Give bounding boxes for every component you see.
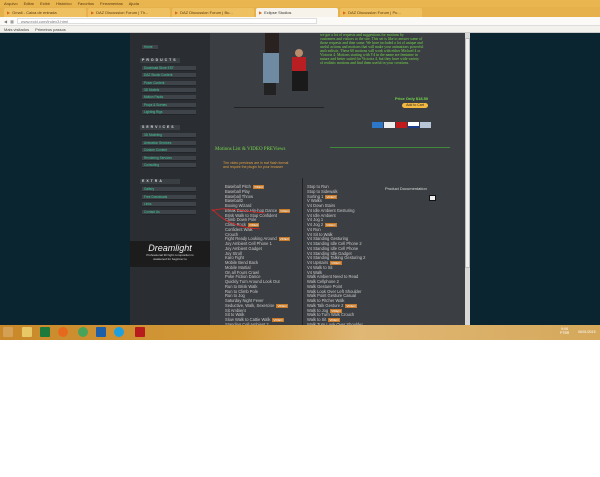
- sidebar-service-link[interactable]: 3D Modeling: [142, 133, 196, 138]
- back-icon[interactable]: ◀: [4, 19, 7, 24]
- products-heading: PRODUCTS: [140, 58, 180, 63]
- tab-label: DAZ Discussion Forum | Th...: [96, 10, 149, 15]
- tab-favicon-icon: ▶: [175, 10, 179, 15]
- dreamlight-ad[interactable]: Dreamlight Professional 3D light composi…: [130, 241, 210, 267]
- locale[interactable]: PTBR: [560, 331, 569, 335]
- chrome-icon[interactable]: [78, 327, 88, 337]
- video-preview-link[interactable]: VIDEO: [278, 237, 291, 242]
- sidebar-product-link[interactable]: Props & Scenes: [142, 102, 196, 108]
- browser-tab[interactable]: ▶ DAZ Discussion Forum | Pu...: [340, 8, 422, 17]
- browser-tab[interactable]: ▶ DAZ Discussion Forum | Th...: [88, 8, 170, 17]
- menu-item[interactable]: Histórico: [56, 1, 72, 6]
- sidebar-product-link[interactable]: 3D Models: [142, 87, 196, 93]
- sidebar-product-link[interactable]: Download Store EST: [142, 66, 196, 71]
- menu-item[interactable]: Arquivo: [4, 1, 18, 6]
- tab-label: Eclipse Studios: [264, 10, 292, 15]
- browser-tab[interactable]: ▶ Gmail - Caixa de entrada: [4, 8, 86, 17]
- excel-icon[interactable]: [40, 327, 50, 337]
- video-preview-link[interactable]: VIDEO: [325, 194, 337, 199]
- menu-bar: Arquivo Editar Exibir Histórico Favoritos Fer…: [0, 0, 600, 7]
- menu-item[interactable]: Editar: [24, 1, 34, 6]
- bookmark-item[interactable]: Mais visitados: [4, 27, 29, 32]
- sidebar-service-link[interactable]: Consulting: [142, 163, 196, 168]
- acrobat-icon[interactable]: [135, 327, 145, 337]
- video-preview-link[interactable]: VIDEO: [325, 223, 337, 227]
- extra-heading: EXTRA: [140, 179, 180, 184]
- windows-start-icon[interactable]: [3, 327, 13, 337]
- sidebar: Home PRODUCTS SERVICES EXTRA Dreamlight …: [130, 33, 210, 325]
- column-divider: [302, 178, 303, 325]
- sidebar-product-link[interactable]: Poser Content: [142, 80, 196, 86]
- red-annotation: [211, 208, 266, 230]
- sidebar-product-link[interactable]: DAZ Studio Content: [142, 73, 196, 79]
- page-icon: ▦: [10, 18, 14, 24]
- address-bar: ◀ ▦ www.ecld.com/index3.html: [0, 17, 600, 26]
- main-content: we got a lot of requests and suggestions…: [210, 33, 465, 327]
- echeck-icon: [420, 122, 431, 128]
- url-input[interactable]: www.ecld.com/index3.html: [16, 18, 317, 24]
- tab-favicon-icon: ▶: [91, 10, 95, 15]
- menu-item[interactable]: Favoritos: [78, 1, 94, 6]
- price-label: Price Only $18.50: [395, 96, 429, 101]
- sidebar-home[interactable]: Home: [142, 45, 158, 50]
- skype-alt-icon[interactable]: [96, 327, 106, 337]
- tab-favicon-icon: ▶: [343, 10, 347, 15]
- menu-item[interactable]: Ferramentas: [100, 1, 123, 6]
- divider: [330, 147, 450, 148]
- bookmarks-bar: Mais visitados Primeiros passos: [0, 26, 600, 33]
- mastercard-icon: [396, 122, 407, 128]
- sidebar-service-link[interactable]: Custom Content: [142, 148, 196, 153]
- video-preview-link[interactable]: VIDEO: [279, 208, 291, 213]
- video-preview-link[interactable]: VIDEO: [272, 318, 284, 322]
- sidebar-extra-link[interactable]: Contact Us: [142, 209, 196, 215]
- sidebar-service-link[interactable]: Animation Services: [142, 140, 196, 146]
- bookmark-item[interactable]: Primeiros passos: [35, 27, 66, 32]
- scrollbar-thumb[interactable]: [465, 38, 470, 268]
- payment-icons: [372, 122, 431, 128]
- sidebar-extra-link[interactable]: Links: [142, 202, 196, 207]
- ad-title: Dreamlight: [148, 243, 192, 253]
- file-explorer-icon[interactable]: [22, 327, 32, 337]
- sidebar-product-link[interactable]: Lighting Rigs: [142, 109, 196, 115]
- tab-label: DAZ Discussion Forum | Bu...: [180, 10, 233, 15]
- video-preview-link[interactable]: VIDEO: [252, 185, 265, 189]
- tab-label: Gmail - Caixa de entrada: [12, 10, 57, 15]
- video-preview-link[interactable]: VIDEO: [276, 303, 288, 308]
- tab-strip: ▶ Gmail - Caixa de entrada ▶ DAZ Discussion…: [0, 7, 600, 17]
- taskbar: 9:06 PTBR 06/01/2015: [0, 325, 600, 340]
- menu-item[interactable]: Ajuda: [129, 1, 139, 6]
- services-heading: SERVICES: [140, 125, 180, 130]
- tab-favicon-icon: ▶: [259, 10, 263, 15]
- ad-line2: awakened for beginner to: [153, 257, 187, 261]
- divider: [234, 107, 324, 108]
- skype-icon[interactable]: [114, 327, 124, 337]
- document-icon[interactable]: [429, 195, 436, 201]
- amex-icon: [372, 122, 383, 128]
- browser-tab[interactable]: ▶ DAZ Discussion Forum | Bu...: [172, 8, 254, 17]
- tab-label: DAZ Discussion Forum | Pu...: [348, 10, 401, 15]
- sidebar-extra-link[interactable]: Free Downloads: [142, 194, 196, 200]
- product-documentation-label: Product Documentation: [385, 186, 427, 191]
- firefox-icon[interactable]: [58, 327, 68, 337]
- add-to-cart-button[interactable]: Add to Cart: [402, 103, 428, 108]
- motions-title: Motions List & VIDEO PREViews: [215, 147, 286, 152]
- sidebar-product-link[interactable]: Motion Packs: [142, 95, 196, 101]
- sidebar-extra-link[interactable]: Gallery: [142, 187, 196, 192]
- product-image: [263, 33, 308, 95]
- visa-icon: [408, 122, 419, 128]
- tab-favicon-icon: ▶: [7, 10, 11, 15]
- description-line: of realistic motions and find them usefu…: [320, 61, 409, 65]
- menu-item[interactable]: Exibir: [40, 1, 50, 6]
- clock-date[interactable]: 06/01/2015: [578, 330, 596, 334]
- video-preview-link[interactable]: VIDEO: [345, 303, 357, 308]
- motions-note: and require the plugin for your browser: [223, 165, 284, 169]
- browser-tab[interactable]: ▶ Eclipse Studios: [256, 8, 338, 17]
- sidebar-service-link[interactable]: Rendering Services: [142, 155, 196, 161]
- discover-icon: [384, 122, 395, 128]
